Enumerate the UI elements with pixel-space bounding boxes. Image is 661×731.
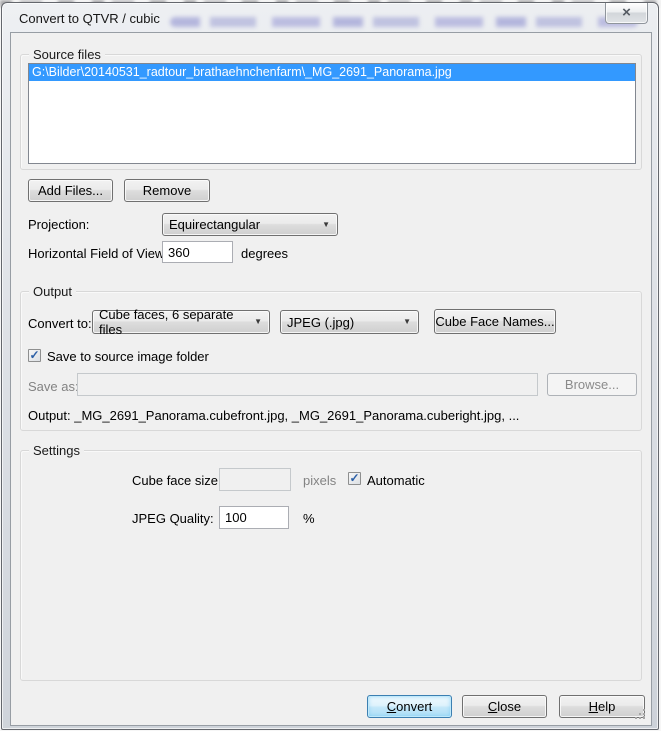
help-button[interactable]: Help [559,695,645,718]
save-to-source-label: Save to source image folder [47,349,209,364]
cube-face-size-input [219,468,291,491]
jpeg-quality-input[interactable] [219,506,289,529]
titlebar[interactable]: Convert to QTVR / cubic × [2,3,658,32]
output-summary: Output: _MG_2691_Panorama.cubefront.jpg,… [28,408,519,423]
cube-face-size-label: Cube face size: [132,473,222,488]
add-files-button[interactable]: Add Files... [28,179,113,202]
fov-label: Horizontal Field of View: [28,246,168,261]
close-button[interactable]: × [605,3,648,24]
save-to-source-checkbox[interactable]: ✓ [28,349,41,362]
convert-to-select[interactable]: Cube faces, 6 separate files ▼ [92,310,270,334]
browse-button: Browse... [547,373,637,396]
chevron-down-icon: ▼ [403,318,411,326]
source-files-list[interactable]: G:\Bilder\20140531_radtour_brathaehnchen… [28,63,636,164]
chevron-down-icon: ▼ [322,221,330,229]
jpeg-quality-label: JPEG Quality: [132,511,214,526]
window-title: Convert to QTVR / cubic [19,11,160,26]
output-legend: Output [29,284,76,299]
cube-face-size-unit-label: pixels [303,473,336,488]
chevron-down-icon: ▼ [254,318,262,326]
close-icon: × [622,5,631,20]
projection-label: Projection: [28,217,89,232]
automatic-checkbox[interactable]: ✓ [348,472,361,485]
settings-legend: Settings [29,443,84,458]
dialog-client-area: Source files G:\Bilder\20140531_radtour_… [10,32,652,726]
projection-select[interactable]: Equirectangular ▼ [162,213,338,236]
remove-button[interactable]: Remove [124,179,210,202]
automatic-label: Automatic [367,473,425,488]
jpeg-quality-unit-label: % [303,511,315,526]
projection-selected-value: Equirectangular [169,217,260,232]
format-select[interactable]: JPEG (.jpg) ▼ [280,310,419,334]
format-selected-value: JPEG (.jpg) [287,315,354,330]
convert-to-qtvr-dialog: Convert to QTVR / cubic × Source files G… [1,2,659,730]
save-as-input [77,373,538,396]
check-icon: ✓ [29,349,39,361]
check-icon: ✓ [349,472,359,484]
source-files-legend: Source files [29,47,105,62]
convert-button[interactable]: Convert [367,695,452,718]
resize-grip-icon[interactable] [635,709,647,721]
fov-unit-label: degrees [241,246,288,261]
cube-face-names-button[interactable]: Cube Face Names... [434,309,556,334]
glass-blur-decoration [170,17,638,27]
screen: Convert to QTVR / cubic × Source files G… [0,0,661,731]
fov-input[interactable] [162,241,233,263]
convert-to-label: Convert to: [28,316,92,331]
list-item[interactable]: G:\Bilder\20140531_radtour_brathaehnchen… [29,64,635,81]
save-as-label: Save as: [28,379,79,394]
convert-to-selected-value: Cube faces, 6 separate files [99,307,254,337]
close-dialog-button[interactable]: Close [462,695,547,718]
